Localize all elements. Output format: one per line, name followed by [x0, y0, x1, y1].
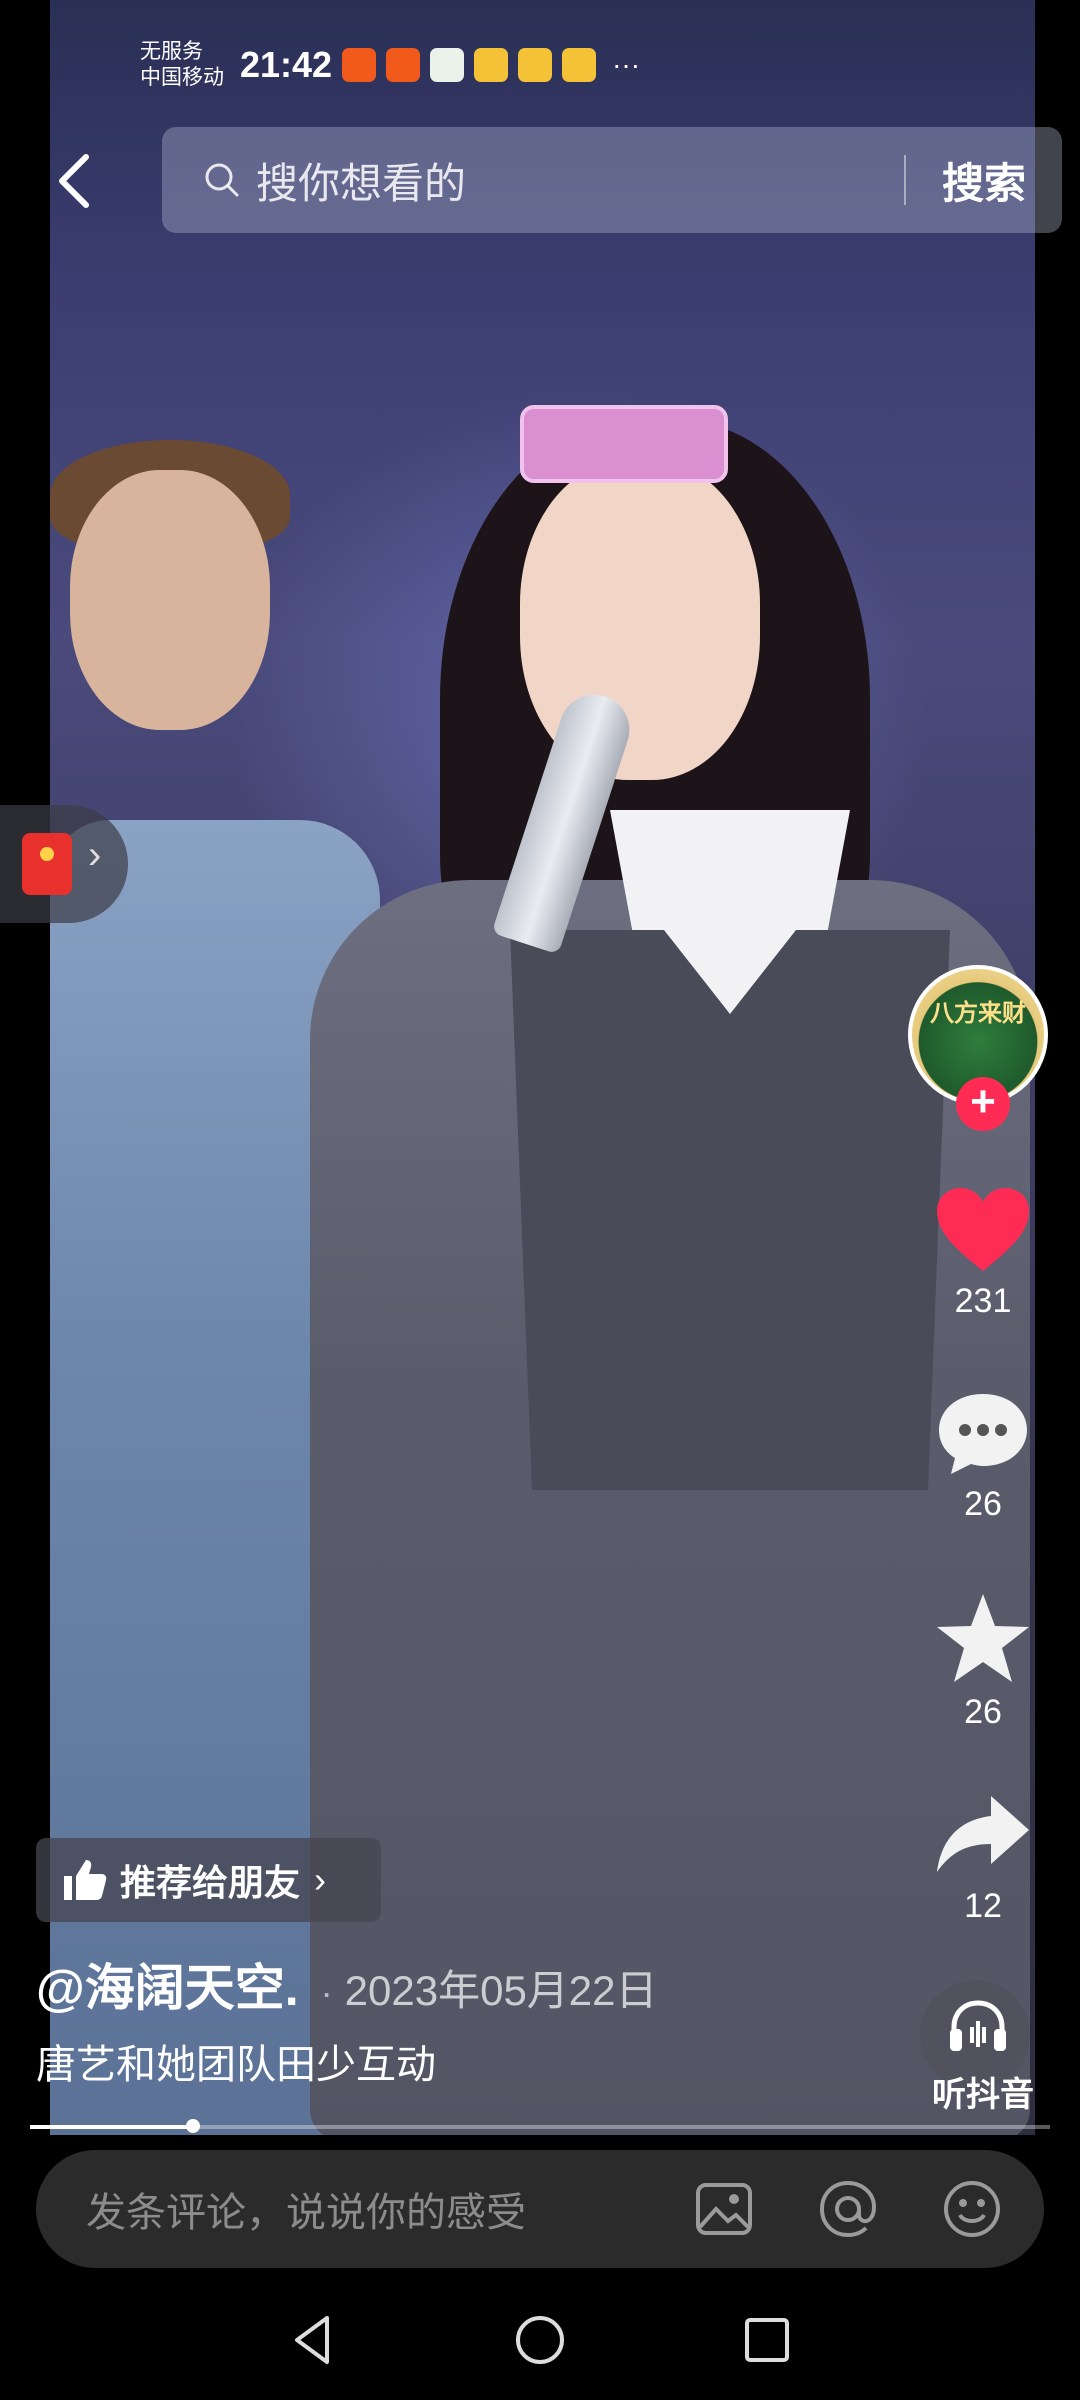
nav-recents-icon[interactable] — [737, 2310, 797, 2370]
carrier-info: 无服务 中国移动 — [140, 39, 224, 91]
image-icon[interactable] — [692, 2177, 756, 2241]
emoji-icon[interactable] — [940, 2177, 1004, 2241]
carrier-line1: 无服务 — [140, 40, 203, 63]
status-bar: 无服务 中国移动 21:42 ··· — [140, 30, 1040, 100]
top-bar: 搜你想看的 搜索 — [0, 125, 1080, 235]
search-icon — [205, 163, 239, 197]
carrier-line2: 中国移动 — [140, 66, 224, 89]
star-icon — [937, 1594, 1029, 1682]
search-input[interactable]: 搜你想看的 — [256, 150, 904, 211]
heart-icon — [937, 1188, 1029, 1271]
like-count: 231 — [954, 1282, 1012, 1320]
china-mobile-icon — [430, 48, 465, 82]
listen-label: 听抖音 — [932, 2076, 1034, 2114]
search-box[interactable]: 搜你想看的 搜索 — [162, 127, 1062, 233]
search-button[interactable]: 搜索 — [942, 150, 1026, 211]
comment-count: 26 — [964, 1485, 1002, 1523]
chevron-right-icon: › — [314, 1859, 327, 1900]
video-caption: 唐艺和她团队田少互动 — [36, 2043, 436, 2087]
author-name[interactable]: @海阔天空. — [36, 1948, 299, 2020]
recommend-label: 推荐给朋友 — [120, 1862, 301, 1903]
system-nav-bar — [0, 2280, 1080, 2400]
share-count: 12 — [964, 1887, 1002, 1925]
man-head — [70, 470, 270, 730]
back-arrow-icon[interactable] — [50, 151, 100, 211]
thumbs-up-icon — [64, 1860, 107, 1900]
avatar-text: 八方来财 — [930, 1000, 1026, 1027]
favorite-button[interactable]: 26 — [908, 1590, 1058, 1732]
at-mention-icon[interactable] — [816, 2177, 880, 2241]
chevron-right-icon: › — [88, 833, 102, 877]
comment-icon — [939, 1394, 1027, 1474]
comment-button[interactable]: 26 — [908, 1388, 1058, 1524]
video-progress-bar[interactable] — [30, 2119, 1050, 2133]
nav-back-icon[interactable] — [283, 2310, 343, 2370]
taobao-icon — [386, 48, 421, 82]
clock: 21:42 — [240, 44, 333, 85]
weibo-icon — [562, 48, 597, 82]
search-divider — [903, 155, 906, 205]
headphones-icon — [950, 2000, 1006, 2051]
more-notifications: ··· — [612, 49, 641, 80]
weibo-icon — [474, 48, 509, 82]
favorite-count: 26 — [964, 1693, 1002, 1731]
headband — [520, 405, 728, 483]
red-packet-widget[interactable]: › — [0, 805, 128, 923]
weibo-icon — [518, 48, 553, 82]
like-button[interactable]: 231 — [908, 1185, 1058, 1321]
recommend-to-friend-button[interactable]: 推荐给朋友 › — [36, 1838, 381, 1922]
follow-button[interactable]: + — [956, 1077, 1010, 1131]
share-arrow-icon — [937, 1796, 1029, 1872]
taobao-icon — [342, 48, 377, 82]
share-button[interactable]: 12 — [908, 1790, 1058, 1926]
nav-home-icon[interactable] — [510, 2310, 570, 2370]
comment-input-bar[interactable]: 发条评论，说说你的感受 — [36, 2150, 1044, 2268]
author-avatar-group[interactable]: 八方来财 + — [908, 965, 1058, 1135]
listen-button[interactable]: 听抖音 — [898, 1980, 1068, 2114]
comment-input[interactable]: 发条评论，说说你的感受 — [86, 2180, 692, 2238]
video-player[interactable] — [50, 0, 1035, 2135]
progress-fill — [30, 2125, 194, 2129]
author-row: @海阔天空. · 2023年05月22日 — [36, 1948, 658, 2020]
red-envelope-icon — [22, 833, 72, 895]
separator-dot: · — [320, 1972, 333, 2013]
woman-vest — [510, 930, 950, 1490]
post-date: 2023年05月22日 — [344, 1967, 658, 2014]
